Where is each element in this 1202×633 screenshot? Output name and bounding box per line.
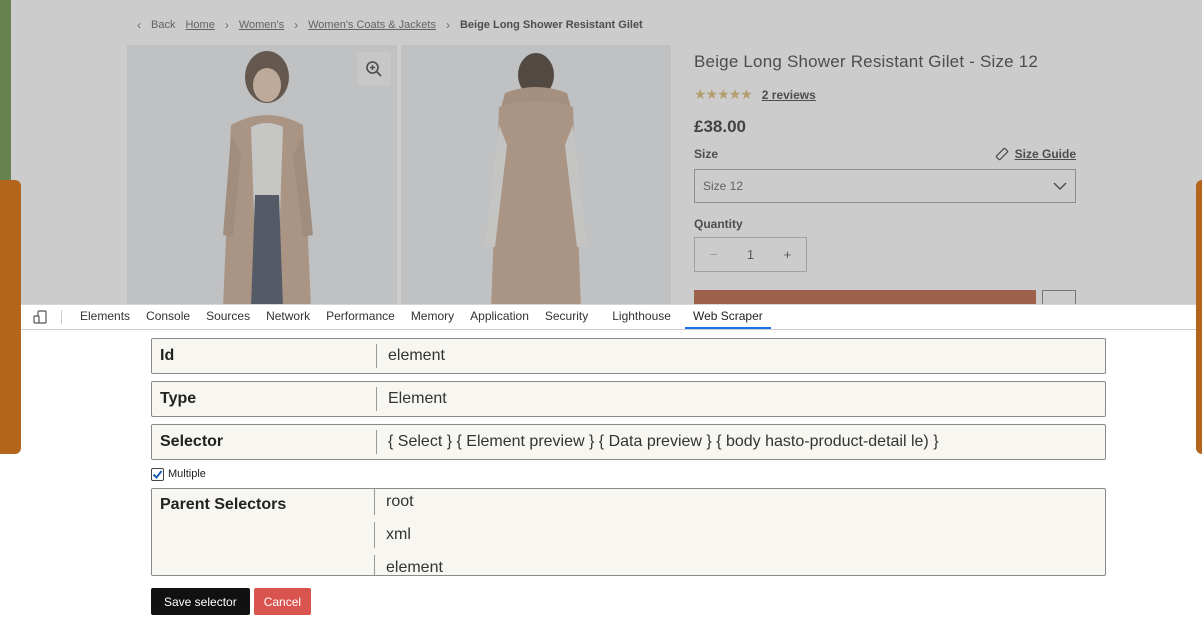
tabbar-divider (61, 310, 62, 324)
device-toolbar-icon[interactable] (33, 310, 47, 324)
tab-security[interactable]: Security (541, 309, 608, 329)
tab-application[interactable]: Application (466, 309, 541, 329)
field-divider (374, 521, 375, 548)
devtools-tabbar: Elements Console Sources Network Perform… (0, 304, 1202, 330)
multiple-row: Multiple (151, 466, 1106, 482)
devtools-panel: Elements Console Sources Network Perform… (0, 304, 1202, 633)
id-label: Id (160, 347, 175, 364)
type-label: Type (160, 390, 197, 407)
id-input[interactable]: element (377, 347, 445, 365)
parent-selectors-list[interactable]: root xml element (374, 489, 443, 576)
type-field[interactable]: Type Element (151, 381, 1106, 417)
side-panel-handle-right (1196, 180, 1202, 454)
parent-selectors-label: Parent Selectors (160, 496, 287, 513)
tab-network[interactable]: Network (262, 309, 322, 329)
tab-memory[interactable]: Memory (407, 309, 466, 329)
type-select[interactable]: Element (377, 390, 447, 408)
field-divider (374, 554, 375, 575)
cancel-button[interactable]: Cancel (253, 588, 312, 615)
form-actions: Save selector Cancel (151, 588, 312, 615)
parent-option[interactable]: element (374, 551, 443, 576)
tab-performance[interactable]: Performance (322, 309, 407, 329)
checkmark-icon (152, 469, 163, 479)
parent-option[interactable]: xml (374, 518, 443, 551)
selector-field[interactable]: Selector { Select } { Element preview } … (151, 424, 1106, 460)
save-selector-button[interactable]: Save selector (151, 588, 250, 615)
multiple-checkbox[interactable] (151, 467, 164, 481)
parent-option-xml[interactable]: xml (386, 526, 411, 544)
tab-sources[interactable]: Sources (202, 309, 262, 329)
parent-option[interactable]: root (374, 489, 443, 518)
dim-overlay (0, 0, 1202, 304)
parent-option-element[interactable]: element (386, 559, 443, 576)
field-divider (374, 489, 375, 515)
tab-console[interactable]: Console (142, 309, 202, 329)
side-panel-handle-left (0, 180, 21, 454)
tab-web-scraper[interactable]: Web Scraper (684, 309, 771, 329)
selector-label: Selector (160, 433, 224, 450)
parent-option-root[interactable]: root (386, 493, 414, 511)
selector-form: Id element Type Element Selector { Selec… (151, 338, 1106, 576)
id-field[interactable]: Id element (151, 338, 1106, 374)
multiple-label: Multiple (168, 468, 206, 480)
selector-input[interactable]: { Select } { Element preview } { Data pr… (377, 433, 939, 451)
tab-lighthouse[interactable]: Lighthouse (608, 309, 683, 329)
tab-elements[interactable]: Elements (76, 309, 142, 329)
parent-selectors-field[interactable]: Parent Selectors root xml element (151, 488, 1106, 576)
